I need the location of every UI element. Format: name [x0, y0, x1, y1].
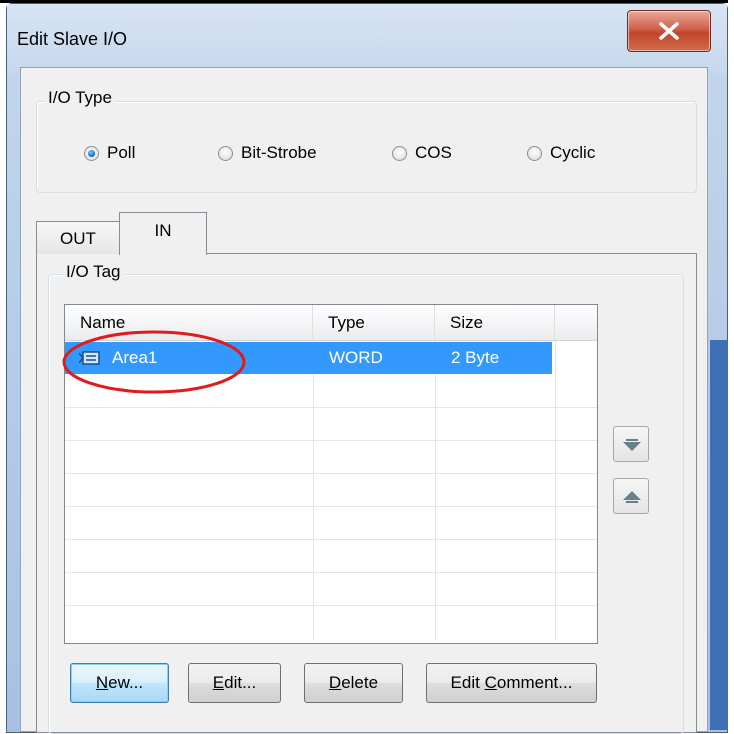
column-header-name[interactable]: Name [65, 305, 313, 341]
move-up-button[interactable] [613, 478, 649, 514]
list-header: Name Type Size [65, 305, 597, 341]
new-button[interactable]: New... [70, 663, 169, 703]
grid-line [65, 539, 597, 540]
grid-line [65, 407, 597, 408]
io-tag-group-label: I/O Tag [63, 262, 124, 282]
radio-cyclic-label: Cyclic [550, 143, 596, 162]
radio-cos-label: COS [415, 143, 452, 162]
radio-bit-strobe[interactable]: Bit-Strobe [218, 143, 317, 163]
radio-bit-strobe-indicator [218, 145, 233, 161]
grid-line [435, 341, 436, 641]
grid-line [65, 440, 597, 441]
grid-line [313, 341, 314, 641]
close-icon [659, 22, 679, 40]
io-tag-icon [79, 351, 100, 365]
cell-size: 2 Byte [451, 348, 500, 367]
radio-poll-label: Poll [107, 143, 136, 162]
grid-line [555, 341, 556, 641]
radio-poll-indicator [84, 145, 99, 161]
radio-cyclic-indicator [527, 145, 542, 161]
grid-line [65, 506, 597, 507]
radio-bit-strobe-label: Bit-Strobe [241, 143, 317, 162]
grid-line [65, 473, 597, 474]
grid-line [65, 605, 597, 606]
radio-cos[interactable]: COS [392, 143, 452, 163]
column-header-type[interactable]: Type [313, 305, 435, 341]
close-button[interactable] [627, 10, 711, 52]
column-header-size[interactable]: Size [435, 305, 555, 341]
cell-name: Area1 [112, 348, 158, 367]
tab-out[interactable]: OUT [36, 221, 120, 254]
cell-type: WORD [329, 348, 383, 367]
io-type-group-label: I/O Type [45, 88, 115, 108]
table-row[interactable]: Area1 WORD 2 Byte [65, 342, 552, 374]
move-up-icon [623, 491, 641, 503]
move-down-icon [623, 439, 641, 451]
edit-button[interactable]: Edit... [188, 663, 281, 703]
background-window-edge [710, 340, 728, 730]
tab-out-label: OUT [60, 229, 96, 248]
tab-in-label: IN [154, 221, 172, 240]
edit-comment-button[interactable]: Edit Comment... [426, 663, 597, 703]
radio-poll[interactable]: Poll [84, 143, 135, 163]
radio-cos-indicator [392, 145, 407, 161]
move-down-button[interactable] [613, 426, 649, 462]
radio-cyclic[interactable]: Cyclic [527, 143, 595, 163]
io-tag-list[interactable]: Name Type Size Area1 WORD 2 Byte [64, 304, 598, 644]
grid-line [65, 572, 597, 573]
tab-in[interactable]: IN [119, 212, 207, 255]
delete-button[interactable]: Delete [304, 663, 403, 703]
window-title: Edit Slave I/O [17, 29, 128, 49]
page-margin [728, 0, 734, 729]
